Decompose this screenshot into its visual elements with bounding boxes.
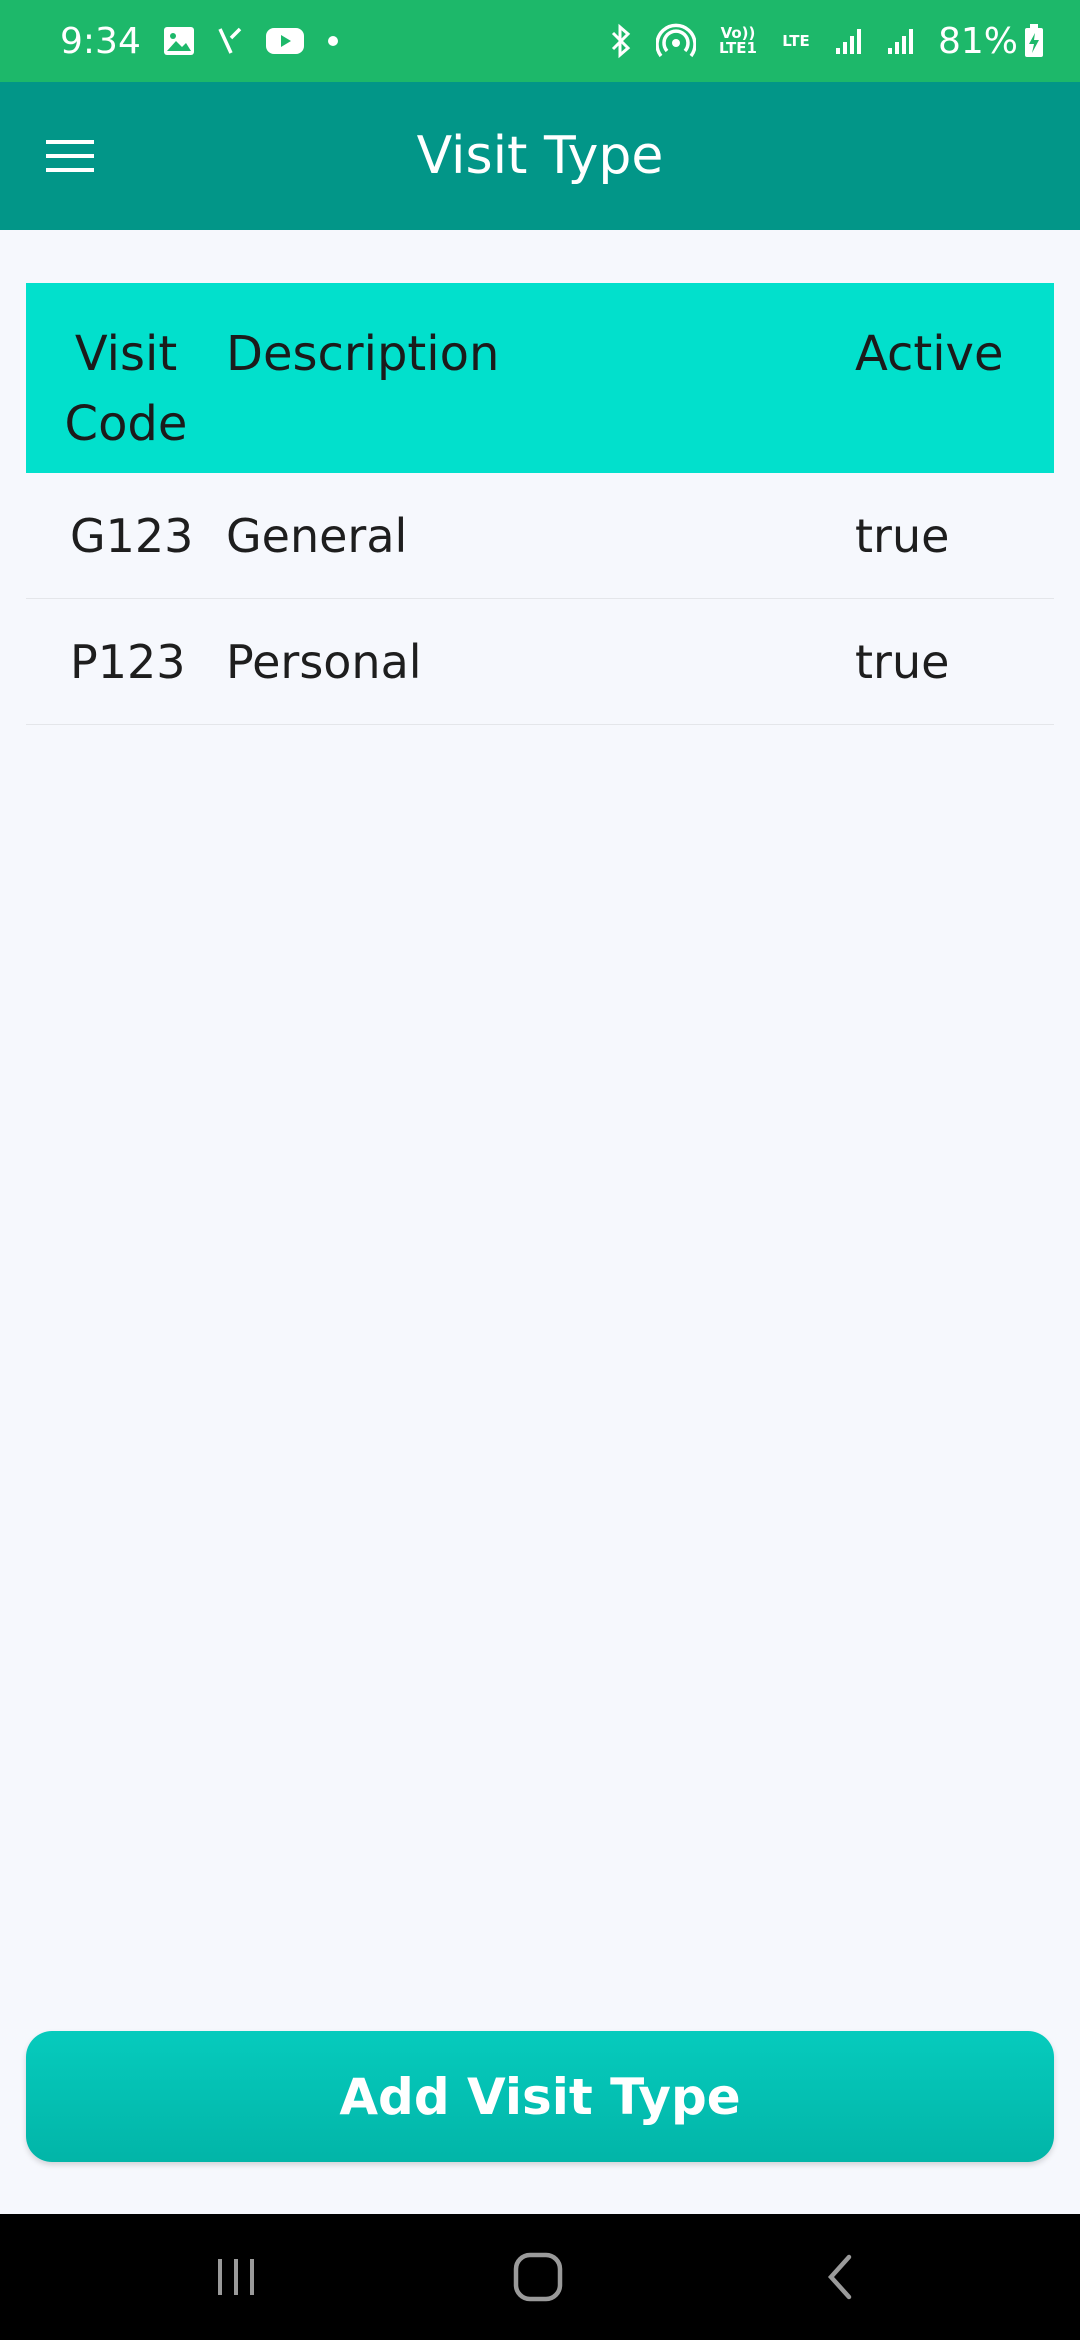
header-description[interactable]: Description — [226, 283, 855, 473]
menu-button[interactable] — [40, 126, 100, 186]
battery-level: 81% — [937, 20, 1018, 62]
status-right: Vo)) LTE1 LTE 81% — [608, 21, 1044, 62]
youtube-icon — [265, 26, 305, 56]
navigation-bar — [0, 2214, 1080, 2340]
battery: 81% — [938, 21, 1044, 62]
header-visit-code-line2: Code — [64, 396, 188, 452]
cell-visit-code: P123 — [70, 634, 186, 689]
app-bar: Visit Type — [0, 82, 1080, 230]
lte-icon: LTE — [782, 31, 810, 50]
bluetooth-icon — [608, 23, 634, 59]
recent-apps-icon — [214, 2255, 258, 2299]
table-header: Visit Code Description Active — [26, 283, 1054, 473]
status-time: 9:34 — [60, 20, 141, 62]
dot-icon — [327, 35, 339, 47]
header-active[interactable]: Active — [855, 283, 1054, 473]
home-button[interactable] — [458, 2214, 618, 2340]
signal-icon — [886, 26, 916, 56]
cell-active: true — [855, 634, 950, 689]
image-icon — [163, 26, 195, 56]
table-row[interactable]: P123 Personal true — [26, 599, 1054, 725]
back-icon — [825, 2253, 855, 2301]
recent-apps-button[interactable] — [156, 2214, 316, 2340]
cell-description: General — [226, 508, 408, 563]
cell-description: Personal — [226, 634, 422, 689]
hotspot-icon — [655, 23, 696, 59]
menu-icon — [46, 138, 94, 174]
cell-visit-code: G123 — [70, 508, 194, 563]
header-visit-code[interactable]: Visit Code — [26, 283, 226, 473]
back-button[interactable] — [760, 2214, 920, 2340]
page-title: Visit Type — [416, 126, 664, 186]
status-bar: 9:34 Vo)) LTE1 LTE 81% — [0, 0, 1080, 82]
header-visit-code-line1: Visit — [74, 326, 178, 382]
home-icon — [513, 2252, 563, 2302]
battery-charging-icon — [1024, 24, 1044, 58]
volte-icon: Vo)) LTE1 — [718, 24, 757, 57]
table-row[interactable]: G123 General true — [26, 473, 1054, 599]
status-left: 9:34 — [60, 21, 339, 62]
visit-type-table: Visit Code Description Active G123 Gener… — [26, 283, 1054, 725]
add-visit-type-button[interactable]: Add Visit Type — [26, 2031, 1054, 2162]
missed-call-icon — [217, 26, 243, 56]
cell-active: true — [855, 508, 950, 563]
signal-icon — [834, 26, 864, 56]
